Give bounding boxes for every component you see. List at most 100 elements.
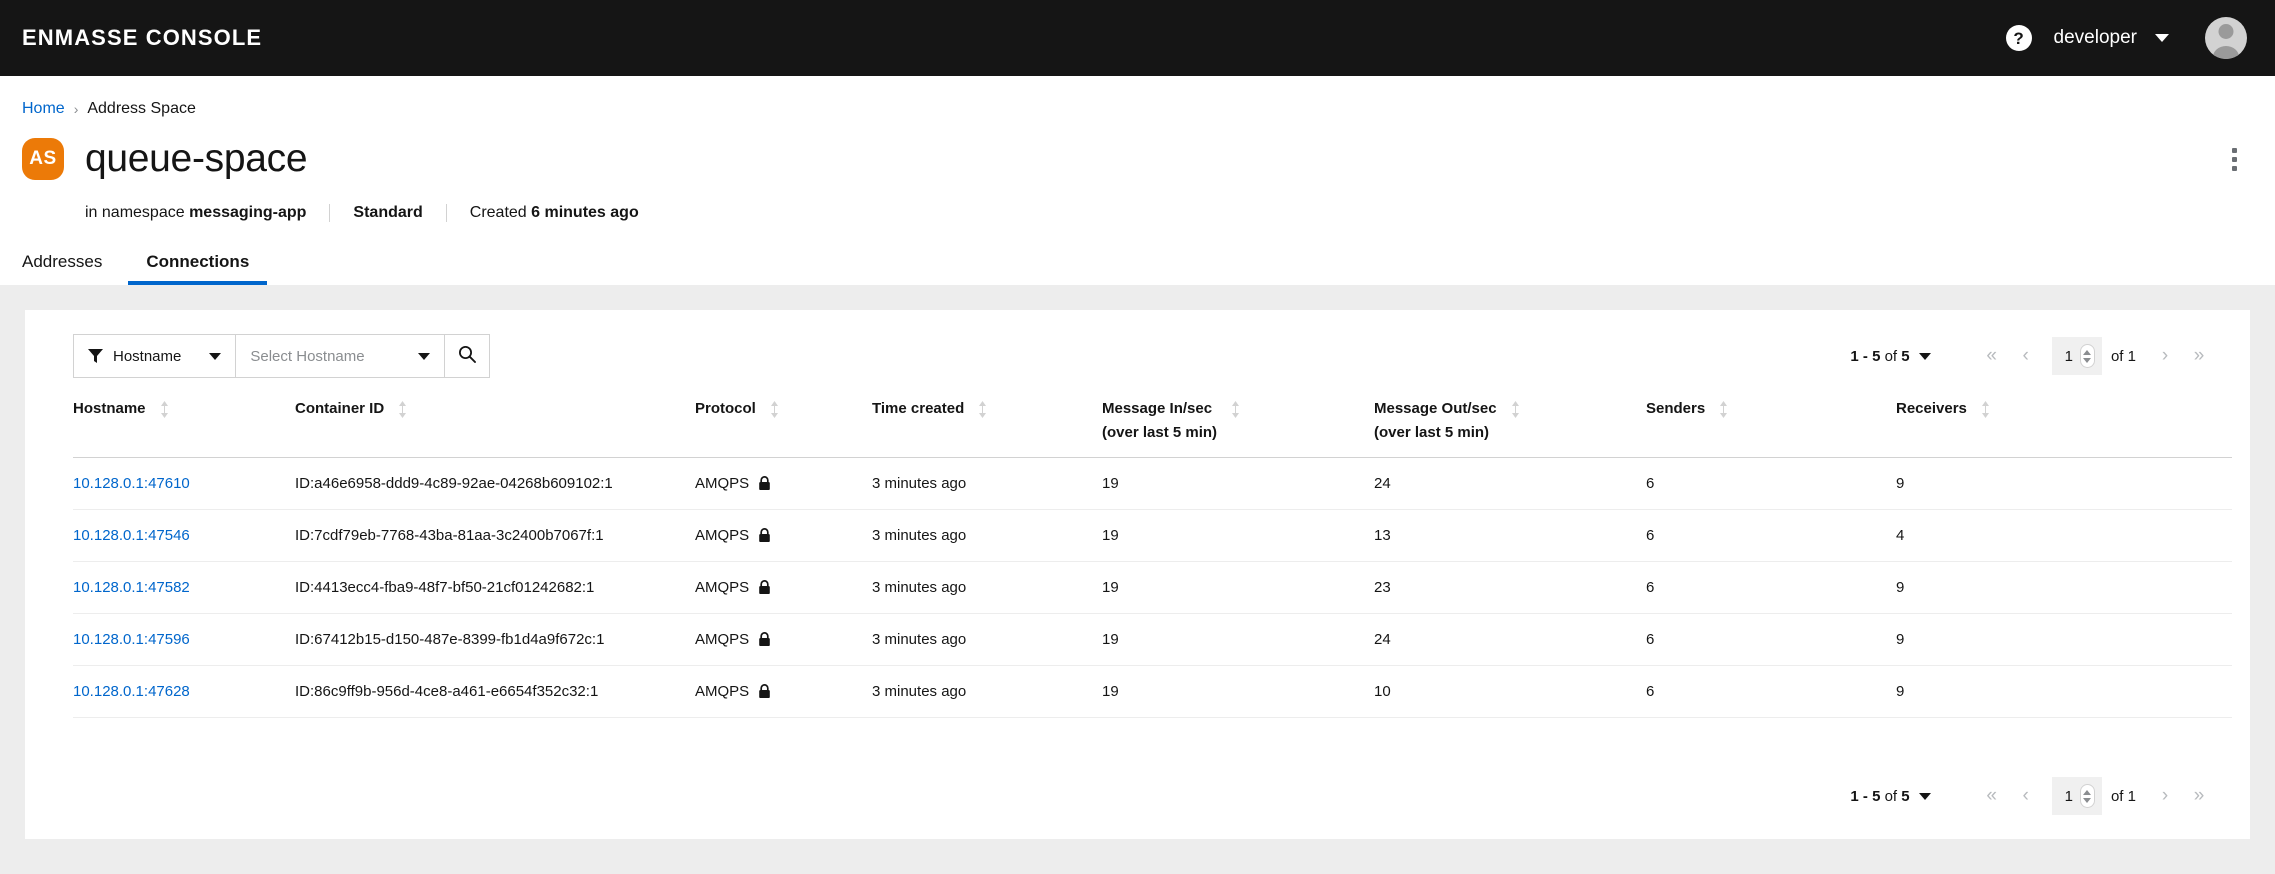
cell-receivers: 9	[1896, 561, 2232, 614]
page-header: Home › Address Space AS queue-space in n…	[0, 76, 2275, 285]
hostname-link[interactable]: 10.128.0.1:47546	[73, 527, 190, 544]
hostname-typeahead-placeholder: Select Hostname	[250, 347, 365, 365]
column-header-senders[interactable]: Senders	[1646, 378, 1896, 458]
sort-icon	[1231, 401, 1240, 418]
breadcrumb-separator-icon: ›	[73, 101, 79, 117]
prev-page-button[interactable]: ‹	[2009, 779, 2043, 813]
last-page-button[interactable]: »	[2182, 339, 2216, 373]
sort-icon	[1981, 401, 1990, 418]
address-space-meta: in namespace messaging-app Standard Crea…	[85, 200, 2253, 226]
stepper-spinner-icon[interactable]	[2079, 784, 2095, 808]
pagination-of: of	[1880, 347, 1902, 365]
column-header-message-out[interactable]: Message Out/sec (over last 5 min)	[1374, 378, 1646, 458]
column-header-hostname[interactable]: Hostname	[73, 378, 295, 458]
table-row: 10.128.0.1:47628 ID:86c9ff9b-956d-4ce8-a…	[73, 665, 2232, 718]
table-header: Hostname Container ID Protocol Time crea…	[73, 378, 2232, 458]
pagination-nav-bottom: « ‹ 1 of 1 › »	[1975, 777, 2216, 815]
cell-container-id: ID:7cdf79eb-7768-43ba-81aa-3c2400b7067f:…	[295, 509, 695, 562]
table-row: 10.128.0.1:47610 ID:a46e6958-ddd9-4c89-9…	[73, 457, 2232, 510]
stepper-spinner-icon[interactable]	[2079, 344, 2095, 368]
stepper-up-icon	[2083, 789, 2092, 795]
pagination-range: 1 - 5	[1850, 787, 1881, 805]
cell-senders: 6	[1646, 665, 1896, 718]
cell-container-id: ID:86c9ff9b-956d-4ce8-a461-e6654f352c32:…	[295, 665, 695, 718]
cell-container-id: ID:a46e6958-ddd9-4c89-92ae-04268b609102:…	[295, 457, 695, 510]
meta-created: Created 6 minutes ago	[447, 204, 662, 222]
next-page-button[interactable]: ›	[2148, 779, 2182, 813]
cell-senders: 6	[1646, 613, 1896, 666]
table-body: 10.128.0.1:47610 ID:a46e6958-ddd9-4c89-9…	[73, 457, 2232, 718]
content-area: Hostname Select Hostname 1 - 5 of 5 « ‹ …	[0, 285, 2275, 839]
cell-message-in: 19	[1102, 509, 1374, 562]
column-header-time-created[interactable]: Time created	[872, 378, 1102, 458]
protocol-label: AMQPS	[695, 579, 750, 596]
chevron-down-icon	[1918, 352, 1931, 360]
cell-message-in: 19	[1102, 665, 1374, 718]
next-page-button[interactable]: ›	[2148, 339, 2182, 373]
cell-senders: 6	[1646, 561, 1896, 614]
cell-message-in: 19	[1102, 457, 1374, 510]
column-sublabel: (over last 5 min)	[1374, 424, 1490, 441]
prev-page-button[interactable]: ‹	[2009, 339, 2043, 373]
user-menu[interactable]: developer	[2054, 27, 2169, 49]
stepper-up-icon	[2083, 349, 2092, 355]
column-header-container-id[interactable]: Container ID	[295, 378, 695, 458]
search-button[interactable]	[445, 334, 491, 378]
cell-receivers: 9	[1896, 613, 2232, 666]
kebab-vertical-icon[interactable]	[2219, 142, 2249, 176]
pagination-summary-bottom[interactable]: 1 - 5 of 5	[1850, 787, 1931, 805]
cell-receivers: 9	[1896, 665, 2232, 718]
column-sublabel: (over last 5 min)	[1102, 424, 1218, 441]
title-row: AS queue-space	[22, 137, 2253, 181]
tab-connections[interactable]: Connections	[128, 252, 268, 285]
tab-addresses[interactable]: Addresses	[22, 252, 128, 285]
cell-senders: 6	[1646, 509, 1896, 562]
page-number-stepper[interactable]: 1	[2051, 777, 2102, 815]
cell-container-id: ID:4413ecc4-fba9-48f7-bf50-21cf01242682:…	[295, 561, 695, 614]
meta-plan-value: Standard	[353, 204, 423, 221]
page-number-value: 1	[2064, 787, 2073, 805]
page-number-stepper[interactable]: 1	[2051, 337, 2102, 375]
help-icon[interactable]: ?	[2005, 25, 2032, 51]
hostname-link[interactable]: 10.128.0.1:47596	[73, 631, 190, 648]
cell-container-id: ID:67412b15-d150-487e-8399-fb1d4a9f672c:…	[295, 613, 695, 666]
pagination-range: 1 - 5	[1850, 347, 1881, 365]
address-space-badge: AS	[22, 138, 64, 180]
hostname-link[interactable]: 10.128.0.1:47628	[73, 683, 190, 700]
table-row: 10.128.0.1:47546 ID:7cdf79eb-7768-43ba-8…	[73, 509, 2232, 562]
cell-hostname: 10.128.0.1:47582	[73, 561, 295, 614]
last-page-button[interactable]: »	[2182, 779, 2216, 813]
cell-protocol: AMQPS	[695, 665, 872, 718]
column-header-receivers[interactable]: Receivers	[1896, 378, 2232, 458]
filter-type-dropdown[interactable]: Hostname	[73, 334, 237, 378]
hostname-link[interactable]: 10.128.0.1:47582	[73, 579, 190, 596]
meta-namespace-prefix: in namespace	[85, 204, 190, 221]
cell-time-created: 3 minutes ago	[872, 613, 1102, 666]
hostname-typeahead-input[interactable]: Select Hostname	[236, 334, 446, 378]
sort-icon	[1719, 401, 1728, 418]
column-header-message-in[interactable]: Message In/sec (over last 5 min)	[1102, 378, 1374, 458]
search-icon	[458, 345, 477, 368]
avatar[interactable]	[2205, 17, 2247, 59]
masthead: ENMASSE CONSOLE ? developer	[0, 0, 2275, 76]
cell-hostname: 10.128.0.1:47546	[73, 509, 295, 562]
cell-message-out: 13	[1374, 509, 1646, 562]
first-page-button[interactable]: «	[1975, 339, 2009, 373]
chevron-down-icon	[418, 352, 431, 360]
cell-message-out: 10	[1374, 665, 1646, 718]
sort-icon	[160, 401, 169, 418]
connections-card: Hostname Select Hostname 1 - 5 of 5 « ‹ …	[25, 310, 2250, 839]
total-pages-label: of 1	[2110, 787, 2136, 805]
cell-receivers: 9	[1896, 457, 2232, 510]
first-page-button[interactable]: «	[1975, 779, 2009, 813]
cell-message-out: 24	[1374, 457, 1646, 510]
column-header-protocol[interactable]: Protocol	[695, 378, 872, 458]
hostname-link[interactable]: 10.128.0.1:47610	[73, 475, 190, 492]
cell-protocol: AMQPS	[695, 561, 872, 614]
cell-protocol: AMQPS	[695, 509, 872, 562]
cell-message-out: 23	[1374, 561, 1646, 614]
stepper-down-icon	[2083, 797, 2092, 803]
breadcrumb-home-link[interactable]: Home	[22, 100, 65, 118]
pagination-summary-top[interactable]: 1 - 5 of 5	[1850, 347, 1931, 365]
sort-icon	[398, 401, 407, 418]
